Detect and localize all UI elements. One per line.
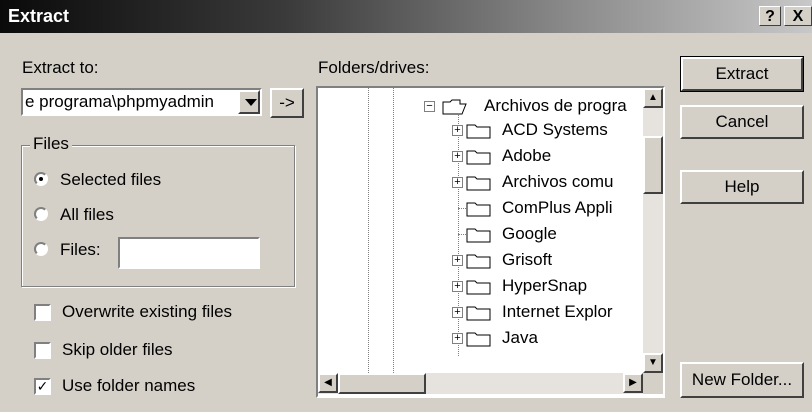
tree-node-label[interactable]: Internet Explor (502, 300, 613, 324)
skip-older-checkbox[interactable] (34, 342, 51, 359)
tree-guide-line (458, 108, 459, 356)
selected-files-label[interactable]: Selected files (60, 170, 161, 190)
skip-older-label[interactable]: Skip older files (62, 340, 173, 360)
new-folder-button[interactable]: New Folder... (680, 362, 804, 398)
window-title: Extract (8, 6, 70, 26)
close-title-button[interactable]: X (784, 6, 812, 26)
expand-icon[interactable]: + (452, 307, 463, 318)
vertical-scrollbar[interactable]: ▲ ▼ (643, 88, 663, 373)
folders-tree-content: − Archivos de progra + ACD Systems + Ado… (318, 88, 643, 373)
files-pattern-input[interactable] (118, 237, 260, 269)
extract-to-label-text: Extract to: (22, 58, 99, 77)
use-folder-names-label[interactable]: Use folder names (62, 376, 195, 396)
scroll-down-icon[interactable]: ▼ (643, 353, 663, 373)
tree-node-label[interactable]: ComPlus Appli (502, 196, 613, 220)
tree-guide-line (393, 88, 394, 373)
scroll-up-icon[interactable]: ▲ (643, 88, 663, 108)
expand-icon[interactable]: + (452, 333, 463, 344)
tree-node-label[interactable]: Google (502, 222, 557, 246)
tree-guide-line (368, 88, 369, 373)
title-bar: Extract ? X (0, 0, 812, 33)
folder-icon (466, 148, 492, 165)
horizontal-scroll-thumb[interactable] (338, 373, 426, 394)
tree-node-label[interactable]: Archivos comu (502, 170, 613, 194)
tree-node-label[interactable]: Grisoft (502, 248, 552, 272)
folder-icon (466, 252, 492, 269)
tree-node-label[interactable]: Java (502, 326, 538, 350)
folder-icon (466, 304, 492, 321)
radio-files-pattern[interactable] (34, 242, 48, 256)
expand-icon[interactable]: + (452, 255, 463, 266)
vertical-scroll-thumb[interactable] (643, 136, 663, 194)
extract-to-value[interactable]: e programa\phpmyadmin (25, 92, 233, 112)
chevron-down-icon (245, 99, 257, 106)
radio-selected-files[interactable] (34, 172, 48, 186)
extract-to-label: Extract to: (22, 58, 99, 78)
folder-icon (466, 122, 492, 139)
tree-node-label[interactable]: HyperSnap (502, 274, 587, 298)
help-title-button[interactable]: ? (759, 6, 781, 26)
horizontal-scrollbar[interactable]: ◀ ▶ (318, 373, 643, 394)
overwrite-label[interactable]: Overwrite existing files (62, 302, 232, 322)
use-folder-names-checkbox[interactable]: ✓ (34, 378, 51, 395)
radio-all-files[interactable] (34, 207, 48, 221)
folders-tree-view[interactable]: − Archivos de progra + ACD Systems + Ado… (316, 86, 665, 398)
scroll-right-icon[interactable]: ▶ (623, 373, 643, 393)
folder-icon (466, 330, 492, 347)
all-files-label[interactable]: All files (60, 205, 114, 225)
scrollbar-corner (643, 373, 663, 394)
expand-icon[interactable]: + (452, 151, 463, 162)
folder-icon (466, 200, 492, 217)
help-button[interactable]: Help (680, 170, 804, 204)
scroll-left-icon[interactable]: ◀ (318, 373, 338, 393)
extract-to-combobox[interactable]: e programa\phpmyadmin (21, 88, 262, 116)
open-folder-icon (442, 98, 468, 115)
cancel-button[interactable]: Cancel (680, 105, 804, 139)
extract-button-frame[interactable]: Extract (680, 56, 804, 92)
combobox-dropdown-button[interactable] (238, 90, 260, 114)
tree-node-label[interactable]: Archivos de progra (484, 94, 627, 118)
folders-drives-label: Folders/drives: (318, 58, 430, 77)
files-pattern-label[interactable]: Files: (60, 240, 101, 260)
expand-icon[interactable]: + (452, 125, 463, 136)
overwrite-checkbox[interactable] (34, 304, 51, 321)
collapse-icon[interactable]: − (424, 101, 435, 112)
folder-icon (466, 226, 492, 243)
radio-dot (39, 177, 43, 181)
expand-icon[interactable]: + (452, 281, 463, 292)
files-group-title: Files (30, 134, 72, 154)
folder-icon (466, 174, 492, 191)
tree-node-label[interactable]: ACD Systems (502, 118, 608, 142)
tree-node-label[interactable]: Adobe (502, 144, 551, 168)
browse-button[interactable]: -> (270, 88, 304, 118)
extract-button[interactable]: Extract (681, 57, 803, 91)
expand-icon[interactable]: + (452, 177, 463, 188)
folder-icon (466, 278, 492, 295)
